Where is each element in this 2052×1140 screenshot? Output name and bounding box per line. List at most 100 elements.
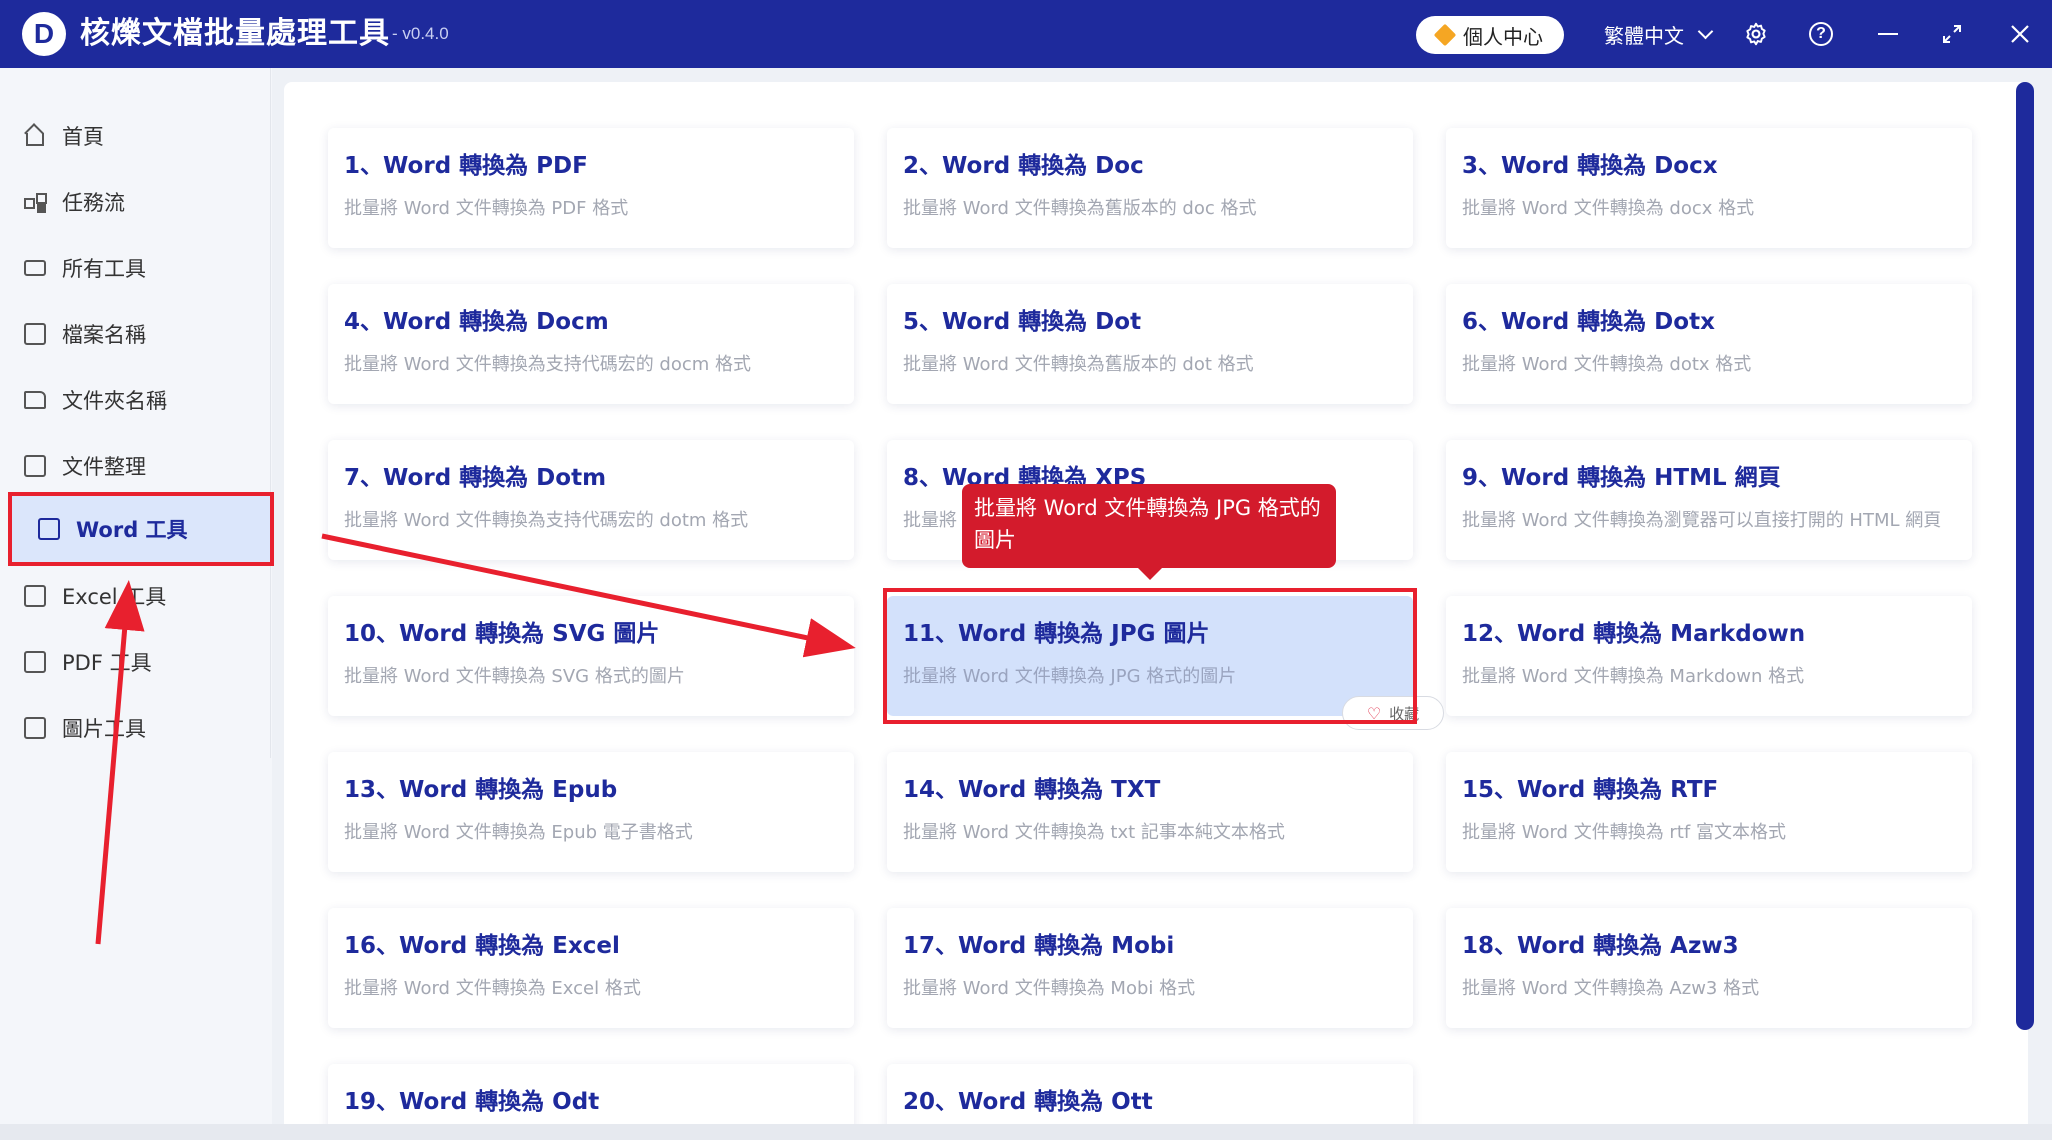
sidebar-item-label: 文件整理 — [62, 455, 146, 479]
tool-card-word-to-doc[interactable]: 2、Word 轉換為 Doc 批量將 Word 文件轉換為舊版本的 doc 格式 — [887, 128, 1413, 248]
sidebar-item-label: 任務流 — [62, 191, 125, 215]
sidebar-item-label: 檔案名稱 — [62, 323, 146, 347]
language-selector[interactable]: 繁體中文 — [1604, 20, 1714, 49]
tool-card-word-to-dotx[interactable]: 6、Word 轉換為 Dotx 批量將 Word 文件轉換為 dotx 格式 — [1446, 284, 1972, 404]
sidebar-item-label: 首頁 — [62, 125, 104, 149]
tool-card-word-to-svg[interactable]: 10、Word 轉換為 SVG 圖片 批量將 Word 文件轉換為 SVG 格式… — [328, 596, 854, 716]
highlight-box-sidebar — [8, 492, 274, 566]
sidebar-item-label: 所有工具 — [62, 257, 146, 281]
tool-card-title: 2、Word 轉換為 Doc — [903, 153, 1144, 179]
tool-card-desc: 批量將 Word 文件轉換為舊版本的 dot 格式 — [903, 354, 1254, 375]
tool-card-desc: 批量將 Word 文件轉換為 Markdown 格式 — [1462, 666, 1805, 687]
file-name-icon — [24, 323, 46, 345]
tool-card-title: 5、Word 轉換為 Dot — [903, 309, 1142, 335]
tool-card-desc: 批量將 Word 文件轉換為 Excel 格式 — [344, 978, 641, 999]
close-icon[interactable] — [2004, 18, 2036, 50]
tool-card-word-to-dotm[interactable]: 7、Word 轉換為 Dotm 批量將 Word 文件轉換為支持代碼宏的 dot… — [328, 440, 854, 560]
tool-card-title: 3、Word 轉換為 Docx — [1462, 153, 1718, 179]
sidebar-item-home[interactable]: 首頁 — [24, 116, 104, 156]
tool-card-desc: 批量將 Word 文件轉換為瀏覽器可以直接打開的 HTML 網頁 — [1462, 510, 1942, 531]
sidebar-item-excel-tools[interactable]: Excel 工具 — [24, 576, 166, 616]
tool-card-title: 1、Word 轉換為 PDF — [344, 153, 588, 179]
home-icon — [24, 125, 46, 147]
tool-card-title: 6、Word 轉換為 Dotx — [1462, 309, 1715, 335]
tool-card-word-to-txt[interactable]: 14、Word 轉換為 TXT 批量將 Word 文件轉換為 txt 記事本純文… — [887, 752, 1413, 872]
organize-icon — [24, 455, 46, 477]
tool-card-title: 15、Word 轉換為 RTF — [1462, 777, 1719, 803]
tool-card-title: 12、Word 轉換為 Markdown — [1462, 621, 1806, 647]
scrollbar[interactable] — [2016, 82, 2034, 1030]
diamond-icon — [1433, 23, 1457, 47]
sidebar-divider — [270, 68, 271, 758]
sidebar-item-label: 圖片工具 — [62, 717, 146, 741]
tool-card-title: 20、Word 轉換為 Ott — [903, 1089, 1153, 1115]
sidebar-item-file-names[interactable]: 檔案名稱 — [24, 314, 146, 354]
sidebar-item-all-tools[interactable]: 所有工具 — [24, 248, 146, 288]
tool-card-word-to-docx[interactable]: 3、Word 轉換為 Docx 批量將 Word 文件轉換為 docx 格式 — [1446, 128, 1972, 248]
sidebar-item-file-organize[interactable]: 文件整理 — [24, 446, 146, 486]
maximize-icon[interactable] — [1936, 18, 1968, 50]
app-version: - v0.4.0 — [392, 24, 449, 43]
sidebar-item-folder-names[interactable]: 文件夾名稱 — [24, 380, 167, 420]
highlight-box-card — [883, 588, 1417, 724]
tool-card-desc: 批量將 Word 文件轉換為 rtf 富文本格式 — [1462, 822, 1786, 843]
tool-card-desc: 批量將 Word 文件轉換為 PDF 格式 — [344, 198, 629, 219]
sidebar-item-label: PDF 工具 — [62, 651, 152, 675]
tooltip-text: 批量將 Word 文件轉換為 JPG 格式的圖片 — [974, 496, 1321, 552]
tool-card-title: 9、Word 轉換為 HTML 網頁 — [1462, 465, 1781, 491]
tooltip: 批量將 Word 文件轉換為 JPG 格式的圖片 — [962, 484, 1336, 580]
language-label: 繁體中文 — [1604, 24, 1684, 48]
bottom-strip — [0, 1124, 2052, 1140]
app-logo: D — [22, 12, 66, 56]
tool-card-desc: 批量將 Word 文件轉換為舊版本的 doc 格式 — [903, 198, 1257, 219]
title-bar: D 核爍文檔批量處理工具 - v0.4.0 個人中心 繁體中文 ? — [0, 0, 2052, 68]
pdf-file-icon — [24, 651, 46, 673]
tool-card-title: 14、Word 轉換為 TXT — [903, 777, 1161, 803]
tool-card-title: 17、Word 轉換為 Mobi — [903, 933, 1175, 959]
sidebar-item-label: Excel 工具 — [62, 585, 167, 609]
tool-card-word-to-excel[interactable]: 16、Word 轉換為 Excel 批量將 Word 文件轉換為 Excel 格… — [328, 908, 854, 1028]
tool-card-desc: 批量將 Word 文件轉換為支持代碼宏的 docm 格式 — [344, 354, 752, 375]
sidebar-item-workflow[interactable]: 任務流 — [24, 182, 125, 222]
user-center-label: 個人中心 — [1463, 24, 1543, 49]
tool-card-title: 13、Word 轉換為 Epub — [344, 777, 618, 803]
chevron-down-icon — [1697, 23, 1714, 40]
image-icon — [24, 717, 46, 739]
tool-card-title: 16、Word 轉換為 Excel — [344, 933, 620, 959]
tool-card-word-to-dot[interactable]: 5、Word 轉換為 Dot 批量將 Word 文件轉換為舊版本的 dot 格式 — [887, 284, 1413, 404]
workflow-icon — [24, 191, 47, 213]
tool-card-desc: 批量將 Word 文件轉換為支持代碼宏的 dotm 格式 — [344, 510, 749, 531]
tool-card-desc: 批量將 Word 文件轉換為 Epub 電子書格式 — [344, 822, 693, 843]
tool-card-desc: 批量將 Word 文件轉換為 SVG 格式的圖片 — [344, 666, 685, 687]
tool-card-desc: 批量將 Word 文件轉換為 Azw3 格式 — [1462, 978, 1760, 999]
sidebar-item-pdf-tools[interactable]: PDF 工具 — [24, 642, 152, 682]
tool-card-word-to-mobi[interactable]: 17、Word 轉換為 Mobi 批量將 Word 文件轉換為 Mobi 格式 — [887, 908, 1413, 1028]
tool-card-word-to-pdf[interactable]: 1、Word 轉換為 PDF 批量將 Word 文件轉換為 PDF 格式 — [328, 128, 854, 248]
folder-icon — [24, 391, 46, 409]
tool-card-desc: 批量將 Word 文件轉換為 txt 記事本純文本格式 — [903, 822, 1285, 843]
user-center-button[interactable]: 個人中心 — [1416, 16, 1564, 54]
sidebar: 首頁 任務流 所有工具 檔案名稱 文件夾名稱 文件整理 Word 工具 Exce… — [0, 68, 274, 1140]
tool-card-word-to-rtf[interactable]: 15、Word 轉換為 RTF 批量將 Word 文件轉換為 rtf 富文本格式 — [1446, 752, 1972, 872]
tool-card-title: 4、Word 轉換為 Docm — [344, 309, 609, 335]
tool-card-word-to-markdown[interactable]: 12、Word 轉換為 Markdown 批量將 Word 文件轉換為 Mark… — [1446, 596, 1972, 716]
tool-card-desc: 批量將 Word 文件轉換為 Mobi 格式 — [903, 978, 1196, 999]
tool-card-word-to-azw3[interactable]: 18、Word 轉換為 Azw3 批量將 Word 文件轉換為 Azw3 格式 — [1446, 908, 1972, 1028]
tool-card-word-to-docm[interactable]: 4、Word 轉換為 Docm 批量將 Word 文件轉換為支持代碼宏的 doc… — [328, 284, 854, 404]
tool-card-title: 10、Word 轉換為 SVG 圖片 — [344, 621, 660, 647]
tool-card-desc: 批量將 Word 文件轉換為 dotx 格式 — [1462, 354, 1752, 375]
tool-card-title: 7、Word 轉換為 Dotm — [344, 465, 607, 491]
help-icon[interactable]: ? — [1805, 18, 1837, 50]
tool-card-word-to-epub[interactable]: 13、Word 轉換為 Epub 批量將 Word 文件轉換為 Epub 電子書… — [328, 752, 854, 872]
minimize-icon[interactable] — [1872, 18, 1904, 50]
excel-file-icon — [24, 585, 46, 607]
app-title: 核爍文檔批量處理工具 — [80, 16, 390, 51]
sidebar-item-image-tools[interactable]: 圖片工具 — [24, 708, 146, 748]
settings-gear-icon[interactable] — [1740, 18, 1772, 50]
monitor-icon — [24, 260, 46, 276]
tool-card-desc: 批量將 — [903, 510, 957, 531]
tool-card-word-to-html[interactable]: 9、Word 轉換為 HTML 網頁 批量將 Word 文件轉換為瀏覽器可以直接… — [1446, 440, 1972, 560]
tool-card-title: 19、Word 轉換為 Odt — [344, 1089, 600, 1115]
tool-card-title: 18、Word 轉換為 Azw3 — [1462, 933, 1739, 959]
tool-card-desc: 批量將 Word 文件轉換為 docx 格式 — [1462, 198, 1755, 219]
